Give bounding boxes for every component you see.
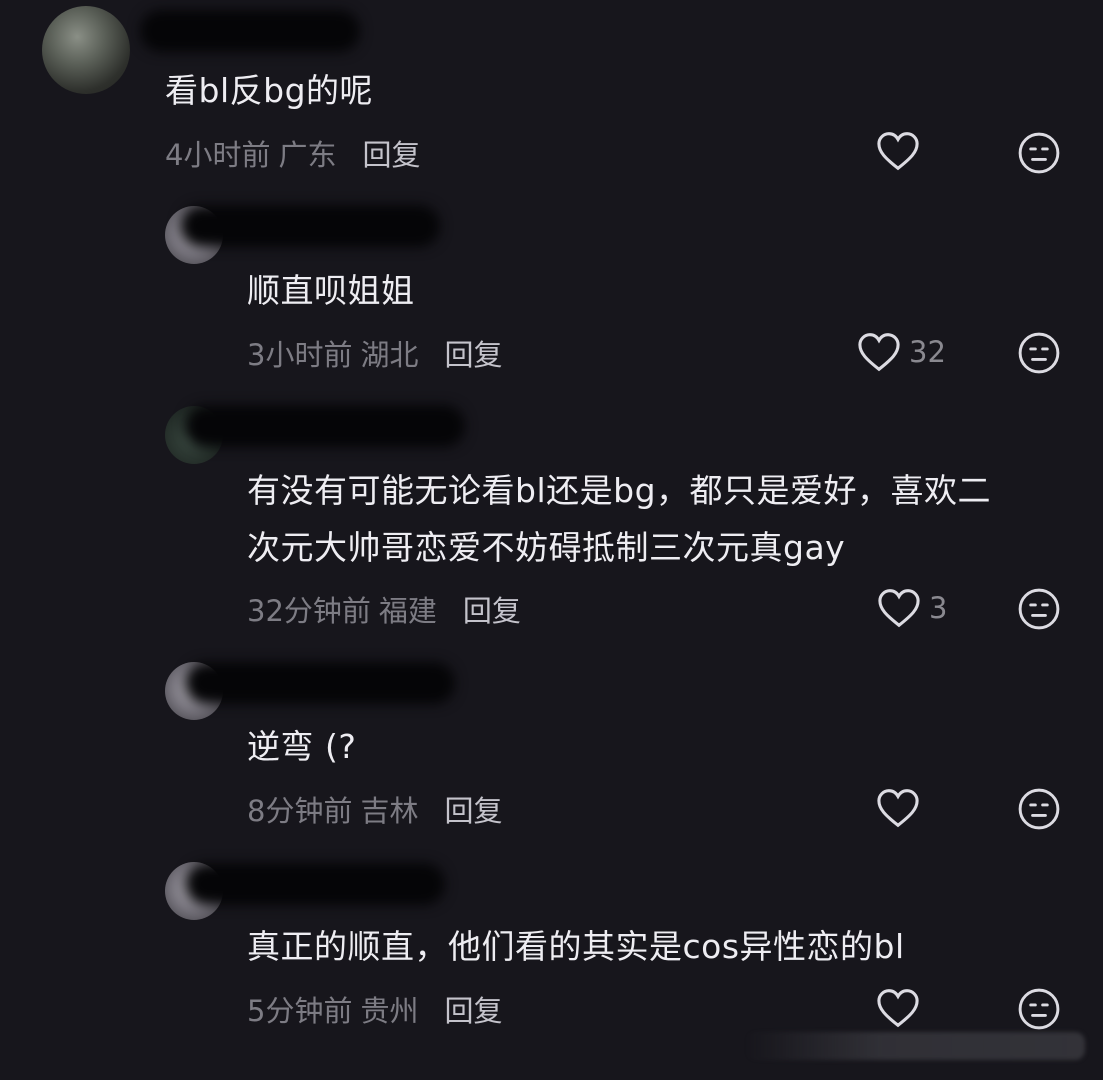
- like-button[interactable]: [876, 788, 928, 828]
- like-button[interactable]: [876, 131, 928, 171]
- comment-time: 8分钟前: [247, 794, 353, 828]
- reply-button[interactable]: 回复: [362, 138, 420, 172]
- meh-face-icon[interactable]: [1017, 787, 1061, 831]
- username-redacted: [185, 405, 465, 447]
- comment-meta: 32分钟前 福建 回复: [247, 588, 521, 630]
- comment-time: 3小时前: [247, 338, 353, 372]
- comment-text: 真正的顺直，他们看的其实是cos异性恋的bl: [247, 927, 905, 966]
- comment-time: 4小时前: [165, 138, 271, 172]
- meh-face-icon[interactable]: [1017, 131, 1061, 175]
- comment-meta: 8分钟前 吉林 回复: [247, 788, 502, 830]
- comment-meta: 5分钟前 贵州 回复: [247, 988, 502, 1030]
- username-redacted: [185, 863, 445, 905]
- like-button[interactable]: [876, 988, 928, 1028]
- heart-outline-icon: [877, 989, 919, 1028]
- reply-button[interactable]: 回复: [463, 594, 521, 628]
- reply-button[interactable]: 回复: [444, 994, 502, 1028]
- comment-text-line-2: 次元大帅哥恋爱不妨碍抵制三次元真gay: [247, 528, 846, 567]
- username-redacted: [180, 205, 440, 247]
- watermark: [745, 1032, 1085, 1060]
- heart-outline-icon: [877, 789, 919, 828]
- like-count: 3: [929, 591, 948, 625]
- comment-meta: 4小时前 广东 回复: [165, 132, 420, 174]
- comment-location: 湖北: [360, 338, 419, 372]
- meh-face-icon[interactable]: [1017, 987, 1061, 1031]
- comment-location: 贵州: [360, 994, 419, 1028]
- comment-text: 看bl反bg的呢: [165, 71, 374, 110]
- comment-meta: 3小时前 湖北 回复: [247, 332, 502, 374]
- heart-outline-icon: [858, 333, 900, 372]
- meh-face-icon[interactable]: [1017, 587, 1061, 631]
- like-count: 32: [909, 335, 946, 369]
- comment-location: 广东: [278, 138, 337, 172]
- avatar[interactable]: [42, 6, 130, 94]
- username-redacted: [140, 10, 360, 52]
- reply-button[interactable]: 回复: [444, 338, 502, 372]
- comment-location: 福建: [378, 594, 437, 628]
- comment-location: 吉林: [360, 794, 419, 828]
- comment-time: 32分钟前: [247, 594, 371, 628]
- username-redacted: [185, 662, 455, 704]
- comment-time: 5分钟前: [247, 994, 353, 1028]
- heart-outline-icon: [878, 589, 920, 628]
- meh-face-icon[interactable]: [1017, 331, 1061, 375]
- reply-button[interactable]: 回复: [444, 794, 502, 828]
- heart-outline-icon: [877, 132, 919, 171]
- comment-text: 顺直呗姐姐: [247, 271, 415, 310]
- like-button[interactable]: 32: [857, 332, 946, 372]
- comment-text-line-1: 有没有可能无论看bl还是bg，都只是爱好，喜欢二: [247, 471, 992, 510]
- like-button[interactable]: 3: [877, 588, 947, 628]
- comment-text: 逆弯 (?: [247, 727, 357, 766]
